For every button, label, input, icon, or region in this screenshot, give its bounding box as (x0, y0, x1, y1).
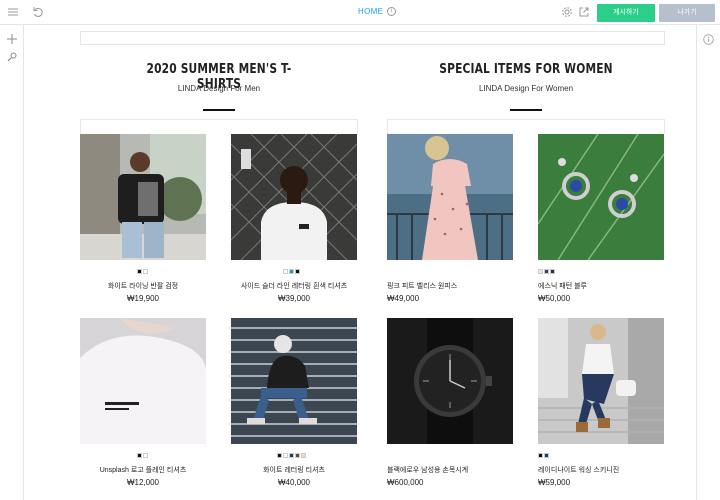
color-swatch[interactable] (544, 453, 549, 458)
product-card[interactable]: 레이디나이트 워싱 스키니진 ₩59,000 (538, 318, 664, 487)
color-swatches (283, 269, 300, 274)
color-swatches (277, 453, 306, 458)
color-swatch[interactable] (137, 269, 142, 274)
home-page-selector[interactable]: HOME i (358, 7, 397, 17)
product-name[interactable]: 블랙에로우 남성용 손목시계 (387, 465, 468, 475)
product-grid-frame (80, 119, 358, 134)
product-price: ₩49,000 (387, 294, 420, 303)
product-card[interactable]: 사이드 슬더 라인 레터링 흰색 티셔츠 ₩39,000 (231, 134, 357, 303)
color-swatch[interactable] (301, 453, 306, 458)
product-name[interactable]: 에스닉 패턴 블루 (538, 281, 587, 291)
product-card[interactable]: 화이트 레터링 티셔츠 ₩40,000 (231, 318, 357, 487)
top-placeholder-strip[interactable] (80, 31, 665, 45)
brush-icon[interactable] (6, 50, 18, 68)
product-card[interactable]: 에스닉 패턴 블루 ₩50,000 (538, 134, 664, 303)
menu-icon[interactable] (6, 6, 19, 19)
product-image[interactable] (538, 134, 664, 260)
color-swatch[interactable] (143, 269, 148, 274)
product-name[interactable]: 레이디나이트 워싱 스키니진 (538, 465, 619, 475)
publish-button[interactable]: 게시하기 (597, 4, 655, 22)
exit-button[interactable]: 나가기 (659, 4, 715, 22)
product-image[interactable] (80, 318, 206, 444)
section-divider (510, 109, 542, 111)
top-toolbar: HOME i 게시하기 나가기 (0, 0, 720, 25)
product-card[interactable]: 화이트 라이닝 반팔 검정 ₩19,900 (80, 134, 206, 303)
undo-icon[interactable] (31, 6, 44, 19)
product-image[interactable] (538, 318, 664, 444)
section-divider (203, 109, 235, 111)
color-swatch[interactable] (538, 453, 543, 458)
external-link-icon[interactable] (577, 6, 590, 19)
product-price: ₩19,900 (126, 294, 160, 303)
section-subtitle-men: LINDA Design For Men (177, 84, 261, 93)
product-price: ₩600,000 (387, 478, 424, 487)
right-sidebar (696, 25, 720, 500)
color-swatches (137, 453, 148, 458)
product-image[interactable] (387, 318, 513, 444)
color-swatch[interactable] (295, 269, 300, 274)
color-swatches (137, 269, 148, 274)
gear-icon[interactable] (560, 6, 573, 19)
product-name[interactable]: 화이트 레터링 티셔츠 (231, 465, 357, 475)
product-name[interactable]: 화이트 라이닝 반팔 검정 (80, 281, 206, 291)
product-price: ₩12,000 (126, 478, 160, 487)
color-swatches (538, 269, 555, 274)
product-price: ₩39,000 (277, 294, 311, 303)
color-swatch[interactable] (143, 453, 148, 458)
color-swatch[interactable] (283, 269, 288, 274)
info-icon[interactable] (703, 32, 714, 50)
product-image[interactable] (231, 318, 357, 444)
color-swatch[interactable] (544, 269, 549, 274)
color-swatch[interactable] (283, 453, 288, 458)
product-image[interactable] (387, 134, 513, 260)
left-toolbar (0, 25, 24, 500)
product-card[interactable]: 블랙에로우 남성용 손목시계 ₩600,000 (387, 318, 513, 487)
color-swatch[interactable] (550, 269, 555, 274)
color-swatch[interactable] (137, 453, 142, 458)
product-price: ₩40,000 (277, 478, 311, 487)
color-swatch[interactable] (289, 453, 294, 458)
info-icon[interactable]: i (387, 7, 397, 17)
product-card[interactable]: Unsplash 로고 플레인 티셔츠 ₩12,000 (80, 318, 206, 487)
product-name[interactable]: 핑크 피트 벨리스 원피스 (387, 281, 457, 291)
section-subtitle-women: LINDA Design For Women (478, 84, 574, 93)
product-name[interactable]: 사이드 슬더 라인 레터링 흰색 티셔츠 (231, 281, 357, 291)
home-label: HOME (358, 7, 384, 16)
product-image[interactable] (231, 134, 357, 260)
product-name[interactable]: Unsplash 로고 플레인 티셔츠 (80, 465, 206, 475)
product-image[interactable] (80, 134, 206, 260)
color-swatch[interactable] (295, 453, 300, 458)
editor-canvas: 2020 SUMMER MEN'S T-SHIRTS LINDA Design … (24, 25, 696, 500)
color-swatch[interactable] (538, 269, 543, 274)
color-swatch[interactable] (289, 269, 294, 274)
section-title-women: SPECIAL ITEMS FOR WOMEN (439, 62, 613, 77)
product-price: ₩50,000 (538, 294, 571, 303)
product-price: ₩59,000 (538, 478, 571, 487)
color-swatch[interactable] (277, 453, 282, 458)
color-swatches (538, 453, 549, 458)
product-card[interactable]: 핑크 피트 벨리스 원피스 ₩49,000 (387, 134, 513, 303)
add-icon[interactable] (6, 32, 18, 50)
product-grid-frame (387, 119, 665, 134)
